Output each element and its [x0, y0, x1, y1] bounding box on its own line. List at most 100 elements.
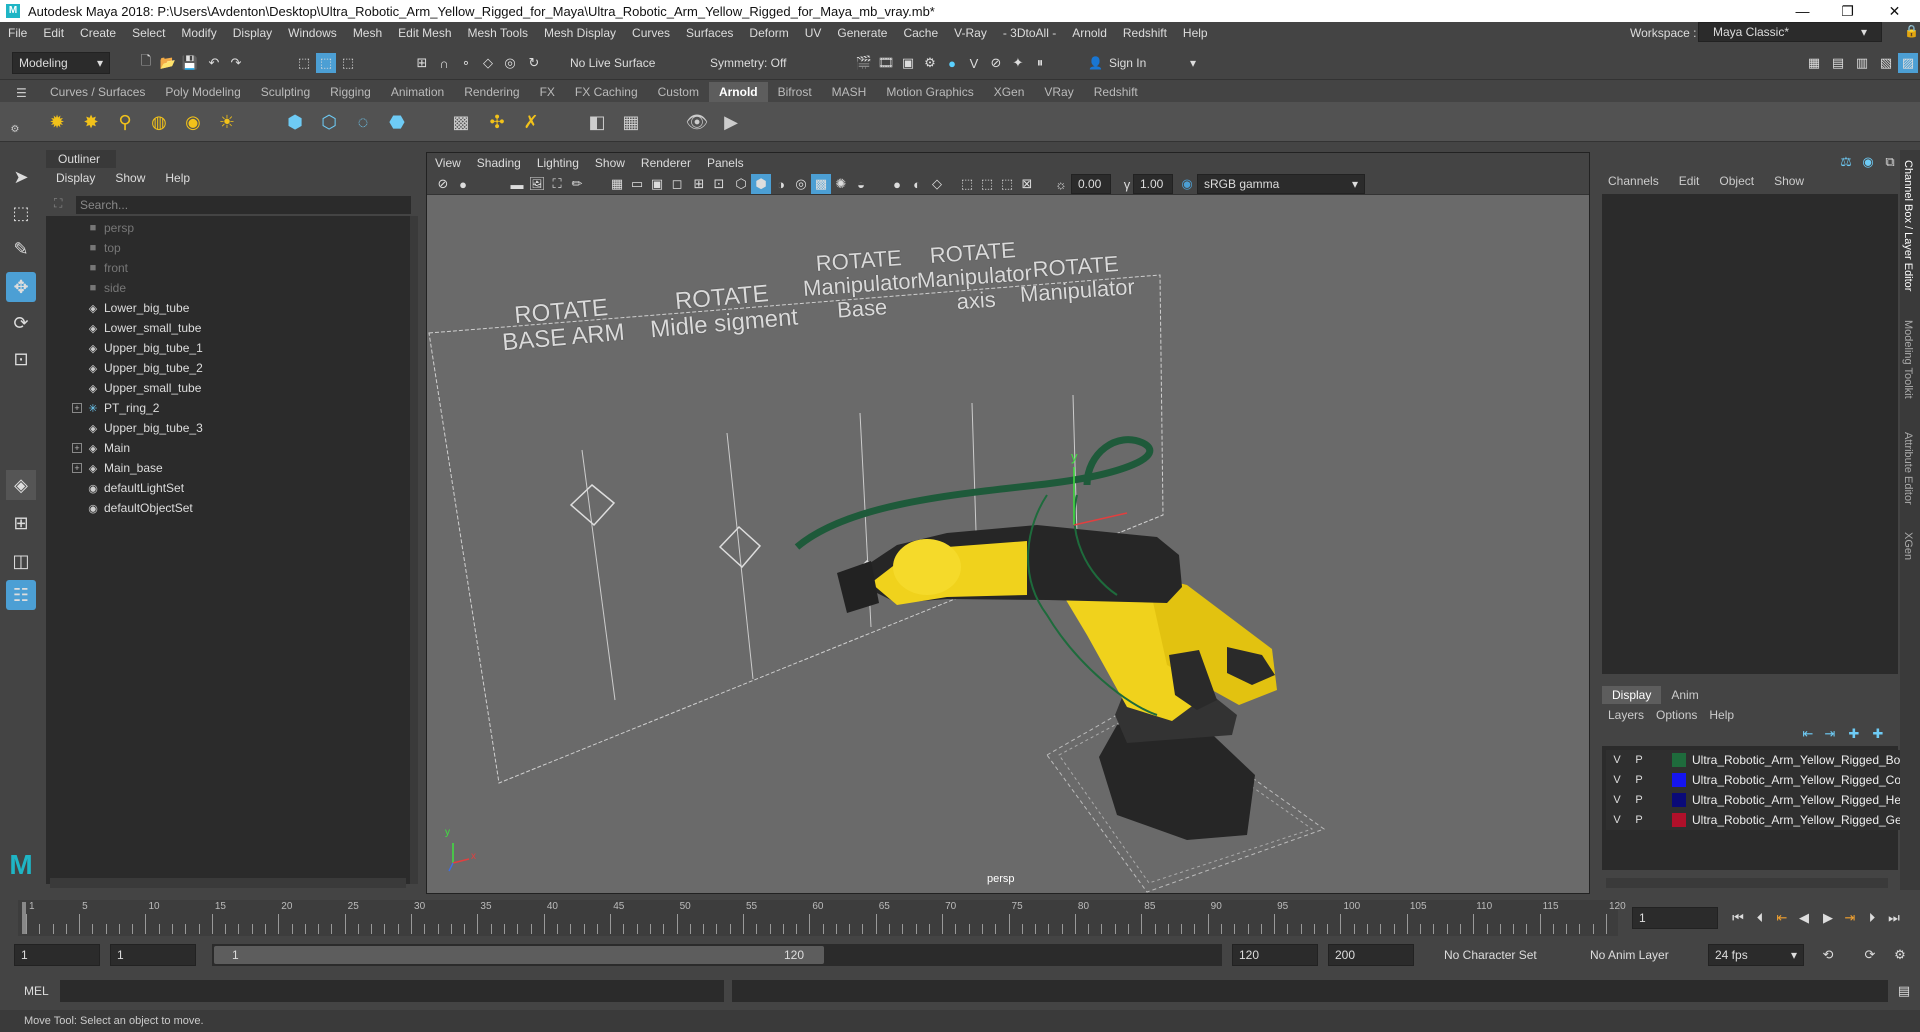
current-frame-field[interactable]: 1	[1632, 907, 1718, 929]
open-scene-icon[interactable]: 📂	[158, 53, 178, 73]
shelf-tab-vray[interactable]: VRay	[1034, 82, 1083, 102]
toggle-attribute-editor-icon[interactable]: ▤	[1828, 53, 1848, 73]
snap-view-icon[interactable]: ◇	[478, 53, 498, 73]
toggle-channel-box-icon[interactable]: ▧	[1876, 53, 1896, 73]
ambient-occlusion-icon[interactable]: ●	[887, 174, 907, 194]
camera-select-icon[interactable]: ⊘	[433, 174, 453, 194]
layer-visibility-toggle[interactable]: V	[1606, 754, 1628, 766]
menu-modify[interactable]: Modify	[173, 26, 224, 40]
vray-render-icon[interactable]: V	[964, 53, 984, 73]
layer-visibility-toggle[interactable]: V	[1606, 774, 1628, 786]
outliner-item[interactable]: + ◈ Main	[46, 438, 406, 458]
two-view-layout-icon[interactable]: ◫	[6, 546, 36, 576]
time-slider-track[interactable]: 1 5 10 15 20 25 30 35 40 45 50 55 60 65 70 75 80 85 90 95 10…	[18, 900, 1626, 936]
mode-dropdown[interactable]: Modeling ▾	[12, 52, 110, 74]
animation-end-field[interactable]: 200	[1328, 944, 1414, 966]
outliner-item[interactable]: ◈ Lower_big_tube	[46, 298, 406, 318]
motion-blur-icon[interactable]: ◐	[907, 174, 927, 194]
maximize-button[interactable]: ❐	[1825, 0, 1870, 22]
shelf-tab-fx-caching[interactable]: FX Caching	[565, 82, 648, 102]
menu-redshift[interactable]: Redshift	[1115, 26, 1175, 40]
viewport-menu-show[interactable]: Show	[587, 156, 633, 170]
expand-icon[interactable]: +	[72, 443, 82, 453]
menu-surfaces[interactable]: Surfaces	[678, 26, 741, 40]
menu-generate[interactable]: Generate	[829, 26, 895, 40]
menu-file[interactable]: File	[0, 26, 35, 40]
menu-select[interactable]: Select	[124, 26, 173, 40]
anim-layer-dropdown[interactable]: No Anim Layer	[1584, 944, 1696, 966]
photometric-light-icon[interactable]: ⚲	[112, 109, 138, 135]
arnold-renderview-icon[interactable]: 👁	[684, 109, 710, 135]
float-panel-icon[interactable]: ⧉	[1880, 152, 1900, 172]
new-layer-icon[interactable]: ✚	[1844, 724, 1864, 744]
workspace-dropdown[interactable]: Maya Classic* ▾	[1698, 22, 1882, 42]
save-scene-icon[interactable]: 💾	[180, 53, 200, 73]
shelf-tab-curves-surfaces[interactable]: Curves / Surfaces	[40, 82, 155, 102]
use-all-lights-icon[interactable]: ✺	[831, 174, 851, 194]
vray-ipr-icon[interactable]: ⊘	[986, 53, 1006, 73]
go-to-start-icon[interactable]: ⏮	[1728, 908, 1748, 928]
texture-manager-icon[interactable]: ✣	[484, 109, 510, 135]
layer-menu-help[interactable]: Help	[1703, 708, 1740, 722]
tab-channel-box-layer-editor[interactable]: Channel Box / Layer Editor	[1902, 160, 1914, 291]
menu-cache[interactable]: Cache	[895, 26, 946, 40]
playback-start-field[interactable]: 1	[110, 944, 196, 966]
menu-edit-mesh[interactable]: Edit Mesh	[390, 26, 459, 40]
default-material-icon[interactable]: ◑	[771, 174, 791, 194]
arnold-render-icon[interactable]: ▶	[718, 109, 744, 135]
viewport-menu-shading[interactable]: Shading	[469, 156, 529, 170]
render-settings-icon[interactable]: ⚙	[920, 53, 940, 73]
snap-grid-icon[interactable]: ⊞	[412, 53, 432, 73]
gate-mask-icon[interactable]: ◻	[667, 174, 687, 194]
layer-visibility-toggle[interactable]: V	[1606, 794, 1628, 806]
undo-icon[interactable]: ↶	[204, 53, 224, 73]
ipr-render-icon[interactable]: ▣	[898, 53, 918, 73]
field-chart-icon[interactable]: ⊞	[689, 174, 709, 194]
anti-aliasing-icon[interactable]: ◇	[927, 174, 947, 194]
play-forwards-icon[interactable]: ▶	[1818, 908, 1838, 928]
slider-handle-base-arm[interactable]	[569, 484, 616, 527]
outliner-item[interactable]: ■ side	[46, 278, 406, 298]
close-button[interactable]: ✕	[1872, 0, 1917, 22]
curve-collector-icon[interactable]: ⬣	[384, 109, 410, 135]
display-layer-row[interactable]: V P Ultra_Robotic_Arm_Yellow_Rigged_Bones	[1606, 750, 1900, 770]
step-forward-frame-icon[interactable]: ⏵	[1862, 908, 1882, 928]
lock-icon[interactable]: 🔒	[1896, 24, 1920, 38]
shelf-tab-animation[interactable]: Animation	[381, 82, 454, 102]
tab-attribute-editor[interactable]: Attribute Editor	[1902, 432, 1914, 505]
two-d-pan-icon[interactable]: ⛶	[547, 174, 567, 194]
outliner-item[interactable]: ■ top	[46, 238, 406, 258]
select-object-icon[interactable]: ⬚	[316, 53, 336, 73]
flush-cache-icon[interactable]: ▩	[448, 109, 474, 135]
shelf-menu-icon[interactable]: ☰	[16, 86, 27, 100]
expand-icon[interactable]: +	[72, 463, 82, 473]
channel-box-area[interactable]	[1602, 194, 1898, 674]
viewport-canvas[interactable]: ROTATE BASE ARM ROTATE Midle sigment ROT…	[427, 195, 1589, 893]
redo-icon[interactable]: ↷	[226, 53, 246, 73]
display-layer-row[interactable]: VP Ultra_Robotic_Arm_Yellow_Rigged_Helper…	[1606, 790, 1900, 810]
single-perspective-layout-icon[interactable]: ◈	[6, 470, 36, 500]
filter-icon[interactable]: ⛶	[54, 196, 62, 211]
channel-menu-show[interactable]: Show	[1764, 174, 1814, 188]
mesh-light-icon[interactable]: ✸	[78, 109, 104, 135]
shelf-tab-bifrost[interactable]: Bifrost	[768, 82, 822, 102]
snap-curve-icon[interactable]: ∩	[434, 53, 454, 73]
safe-action-icon[interactable]: ⊡	[709, 174, 729, 194]
menu-3dtoall[interactable]: - 3DtoAll -	[995, 26, 1064, 40]
menu-deform[interactable]: Deform	[741, 26, 796, 40]
shelf-tab-xgen[interactable]: XGen	[984, 82, 1035, 102]
layer-tab-anim[interactable]: Anim	[1661, 686, 1708, 704]
menu-windows[interactable]: Windows	[280, 26, 345, 40]
new-scene-icon[interactable]: 🗋	[136, 53, 156, 73]
outliner-item[interactable]: + ✳ PT_ring_2	[46, 398, 406, 418]
outliner-item[interactable]: ■ persp	[46, 218, 406, 238]
minimize-button[interactable]: —	[1780, 0, 1825, 22]
menu-mesh-tools[interactable]: Mesh Tools	[460, 26, 536, 40]
channel-box-icon[interactable]: ⚖	[1836, 152, 1856, 172]
outliner-scrollbar[interactable]	[410, 216, 418, 884]
outliner-menu-display[interactable]: Display	[46, 171, 105, 185]
film-gate-icon[interactable]: ▭	[627, 174, 647, 194]
convert-tx-icon[interactable]: ✗	[518, 109, 544, 135]
four-view-layout-icon[interactable]: ⊞	[6, 508, 36, 538]
textured-icon[interactable]: ▩	[811, 174, 831, 194]
